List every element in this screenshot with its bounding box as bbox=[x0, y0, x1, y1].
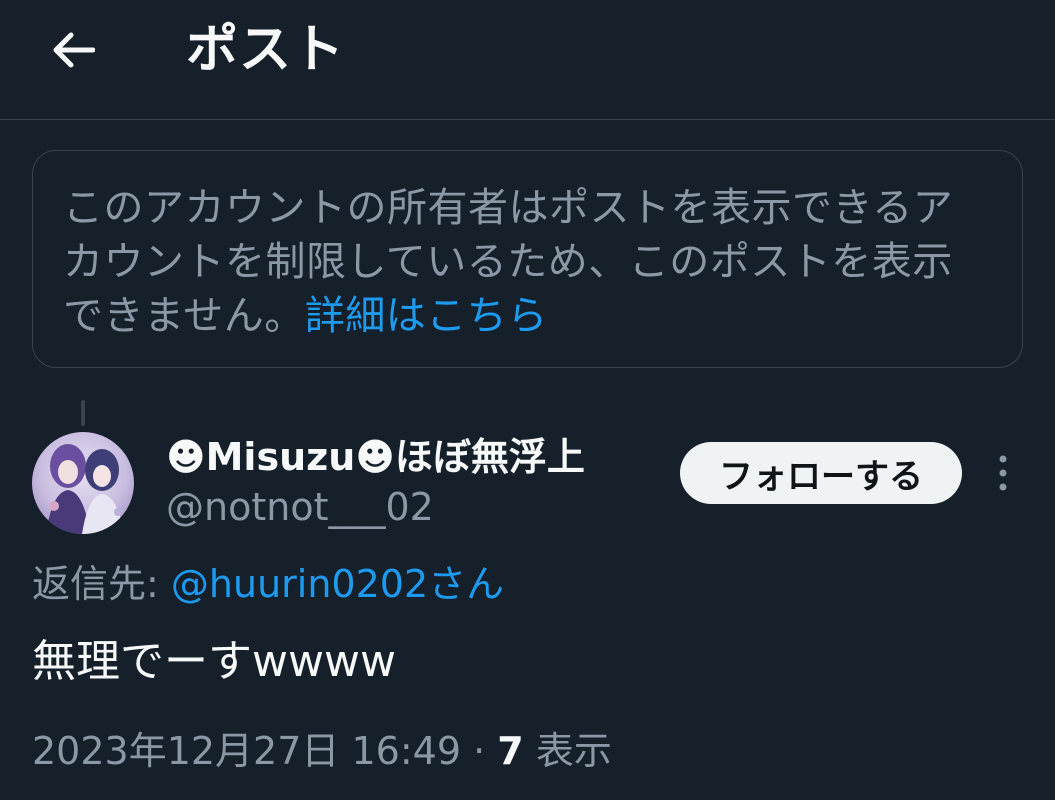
reply-label: 返信先: bbox=[32, 562, 159, 606]
avatar[interactable] bbox=[32, 432, 134, 534]
user-handle[interactable]: @notnot___02 bbox=[166, 482, 434, 532]
follow-button[interactable]: フォローする bbox=[680, 442, 962, 504]
meta-separator: · bbox=[473, 729, 486, 773]
post-text: 無理でーすwwww bbox=[32, 636, 396, 687]
thread-line bbox=[81, 400, 85, 426]
page-title: ポスト bbox=[186, 20, 346, 80]
timestamp[interactable]: 2023年12月27日 16:49 bbox=[32, 729, 461, 773]
top-bar: ポスト bbox=[0, 0, 1055, 120]
display-name[interactable]: ☻Misuzu☻ほぼ無浮上 bbox=[166, 432, 585, 482]
post-meta: 2023年12月27日 16:49 · 7 表示 bbox=[32, 724, 612, 778]
back-button[interactable] bbox=[40, 20, 106, 80]
restricted-post-notice: このアカウントの所有者はポストを表示できるアカウントを制限しているため、このポス… bbox=[32, 150, 1023, 368]
more-button[interactable] bbox=[986, 446, 1020, 500]
more-vertical-icon bbox=[999, 455, 1007, 491]
learn-more-link[interactable]: 詳細はこちら bbox=[305, 293, 548, 339]
reply-context: 返信先: @huurin0202さん bbox=[32, 558, 504, 610]
view-count: 7 bbox=[497, 729, 524, 773]
avatar-image bbox=[32, 432, 134, 534]
views-label: 表示 bbox=[535, 729, 612, 773]
arrow-left-icon bbox=[53, 32, 95, 68]
reply-to-link[interactable]: @huurin0202さん bbox=[171, 562, 504, 606]
